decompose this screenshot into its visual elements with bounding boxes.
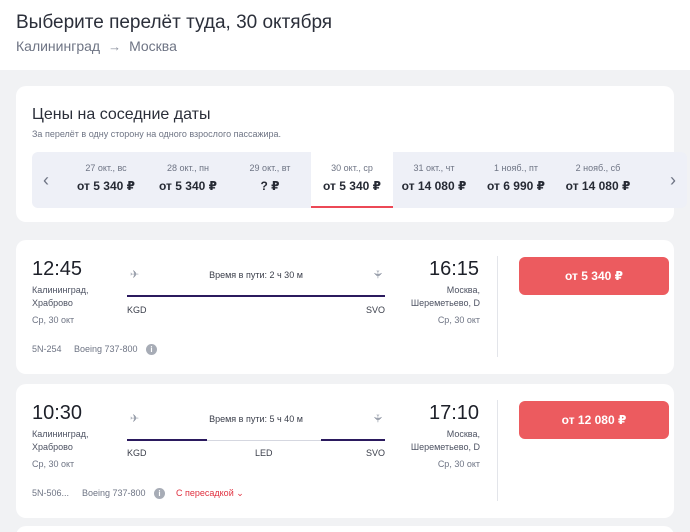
next-flight-card: [16, 526, 674, 532]
flight-card[interactable]: 12:45 Калининград, Храброво Ср, 30 окт ✈…: [16, 240, 674, 374]
arrival-city: Москва,: [446, 285, 480, 295]
date-cell-29-oct[interactable]: 29 окт., вт ? ₽: [229, 152, 311, 208]
date-label: 1 нояб., пт: [493, 163, 538, 173]
date-label: 31 окт., чт: [413, 163, 455, 173]
divider: [497, 256, 498, 357]
flight-duration: Время в пути: 2 ч 30 м: [209, 270, 303, 280]
divider: [497, 400, 498, 501]
layover-line: [207, 440, 321, 441]
date-cell-2-nov[interactable]: 2 нояб., сб от 14 080 ₽: [557, 152, 639, 208]
aircraft-type: Boeing 737-800: [82, 488, 146, 498]
neighbor-dates-card: Цены на соседние даты За перелёт в одну …: [16, 86, 687, 222]
date-label: 2 нояб., сб: [575, 163, 621, 173]
date-cell-27-oct[interactable]: 27 окт., вс от 5 340 ₽: [65, 152, 147, 208]
date-price: от 14 080 ₽: [401, 179, 467, 193]
arrival-code: SVO: [366, 305, 386, 315]
transfer-toggle[interactable]: С пересадкой ⌄: [176, 488, 244, 499]
date-price: от 5 340 ₽: [77, 179, 135, 193]
date-price: от 5 340 ₽: [323, 179, 381, 193]
arrival-time: 16:15: [429, 258, 480, 280]
date-label: 30 окт., ср: [331, 163, 373, 173]
layover-code: LED: [255, 448, 273, 458]
page-title: Выберите перелёт туда, 30 октября: [16, 12, 333, 33]
departure-airport: Храброво: [32, 298, 73, 308]
date-cell-31-oct[interactable]: 31 окт., чт от 14 080 ₽: [393, 152, 475, 208]
departure-date: Ср, 30 окт: [32, 459, 75, 469]
date-cell-30-oct-selected[interactable]: 30 окт., ср от 5 340 ₽: [311, 152, 393, 208]
arrival-airport: Шереметьево, D: [410, 298, 480, 308]
date-strip: ‹ 27 окт., вс от 5 340 ₽ 28 окт., пн от …: [32, 152, 687, 208]
date-cell-28-oct[interactable]: 28 окт., пн от 5 340 ₽: [147, 152, 229, 208]
select-flight-button[interactable]: от 12 080 ₽: [519, 401, 669, 439]
arrival-date: Ср, 30 окт: [437, 459, 480, 469]
flight-duration: Время в пути: 5 ч 40 м: [209, 414, 303, 424]
route-line-segment-2: [321, 439, 385, 441]
flight-number: 5N-506...: [32, 488, 70, 498]
neighbor-dates-title: Цены на соседние даты: [32, 106, 211, 123]
departure-code: KGD: [127, 305, 147, 315]
route-origin[interactable]: Калининград: [16, 38, 100, 54]
select-flight-button[interactable]: от 5 340 ₽: [519, 257, 669, 295]
info-icon[interactable]: i: [154, 488, 165, 499]
route-line-segment-1: [127, 439, 207, 441]
route-line: [127, 295, 385, 297]
arrival-time: 17:10: [429, 402, 480, 424]
plane-takeoff-icon: ✈: [130, 413, 140, 425]
aircraft-type: Boeing 737-800: [74, 344, 138, 354]
plane-takeoff-icon: ✈: [130, 269, 140, 281]
arrival-city: Москва,: [446, 429, 480, 439]
departure-city: Калининград,: [32, 285, 89, 295]
departure-airport: Храброво: [32, 442, 73, 452]
neighbor-dates-subtitle: За перелёт в одну сторону на одного взро…: [32, 129, 282, 139]
departure-date: Ср, 30 окт: [32, 315, 75, 325]
date-label: 28 окт., пн: [166, 163, 210, 173]
departure-time: 10:30: [32, 402, 83, 424]
arrival-airport: Шереметьево, D: [410, 442, 480, 452]
page-header: Выберите перелёт туда, 30 октября Калини…: [0, 0, 690, 70]
flight-number: 5N-254: [32, 344, 62, 354]
date-cell-1-nov[interactable]: 1 нояб., пт от 6 990 ₽: [475, 152, 557, 208]
arrival-date: Ср, 30 окт: [437, 315, 480, 325]
departure-city: Калининград,: [32, 429, 89, 439]
date-price: ? ₽: [260, 179, 280, 193]
route-destination[interactable]: Москва: [129, 38, 177, 54]
date-price: от 6 990 ₽: [487, 179, 545, 193]
breadcrumb: Калининград → Москва: [16, 38, 177, 54]
departure-code: KGD: [127, 448, 147, 458]
chevron-left-icon[interactable]: ‹: [32, 152, 60, 208]
date-label: 29 окт., вт: [249, 163, 291, 173]
plane-landing-icon: ✈: [371, 413, 384, 424]
departure-time: 12:45: [32, 258, 83, 280]
flight-card[interactable]: 10:30 Калининград, Храброво Ср, 30 окт ✈…: [16, 384, 674, 518]
info-icon[interactable]: i: [146, 344, 157, 355]
arrival-code: SVO: [366, 448, 386, 458]
arrow-right-icon: →: [108, 38, 122, 54]
date-label: 27 окт., вс: [85, 163, 127, 173]
plane-landing-icon: ✈: [371, 269, 384, 280]
chevron-right-icon[interactable]: ›: [659, 152, 687, 208]
date-price: от 5 340 ₽: [159, 179, 217, 193]
date-price: от 14 080 ₽: [565, 179, 631, 193]
